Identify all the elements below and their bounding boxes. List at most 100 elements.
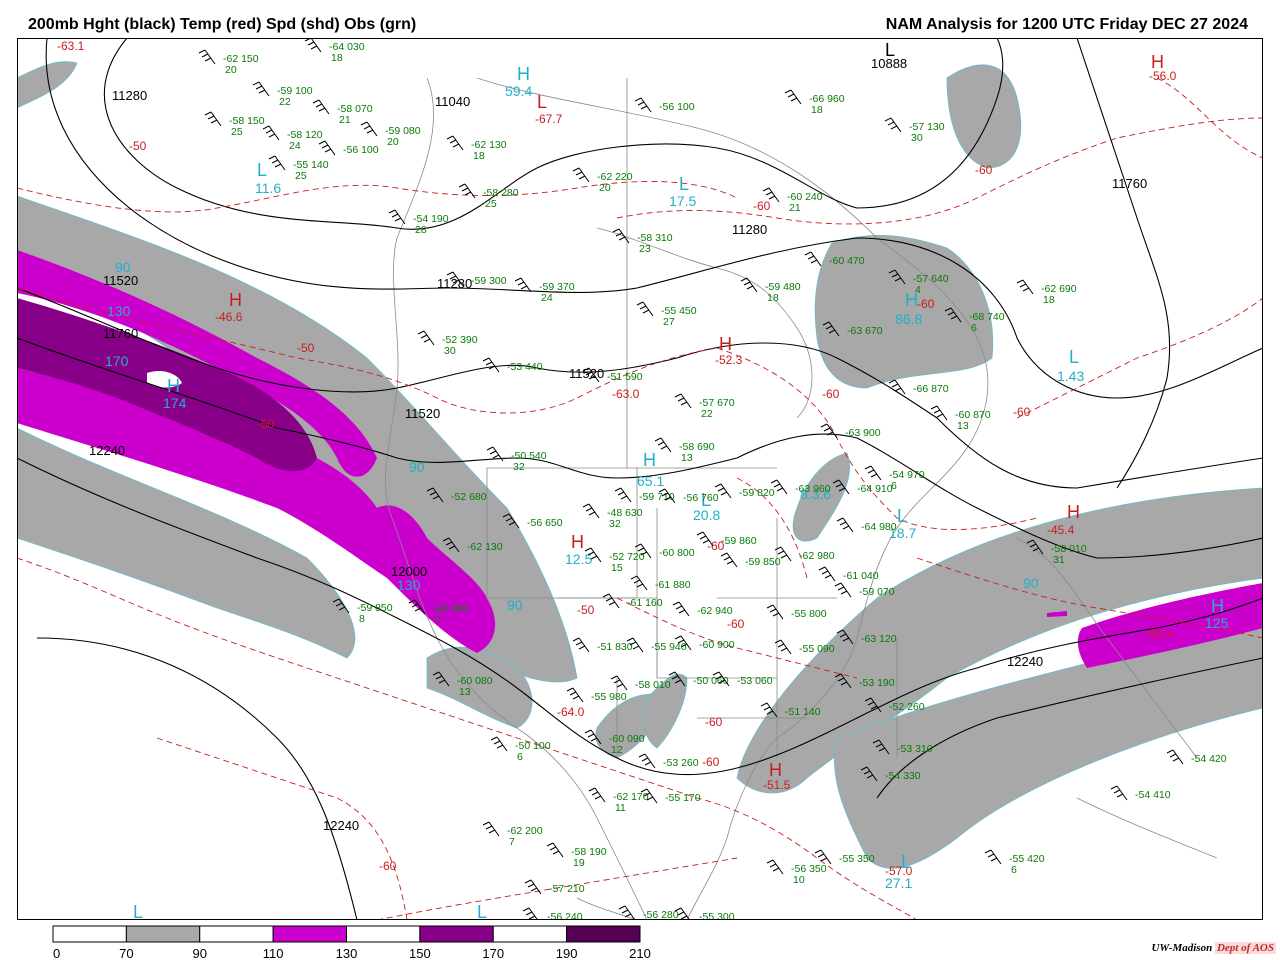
wind-barb bbox=[784, 89, 802, 105]
speed-label: 17.5 bbox=[669, 193, 696, 209]
colorbar-bin bbox=[125, 925, 201, 943]
obs-temp-height: -60 470 bbox=[829, 255, 865, 267]
wind-barb bbox=[546, 842, 564, 858]
colorbar-tick-label: 150 bbox=[409, 946, 431, 960]
speed-label: 12.5 bbox=[565, 551, 592, 567]
low-center-letter: L bbox=[679, 174, 689, 194]
obs-dewpoint-depression: 13 bbox=[681, 452, 693, 464]
high-center-letter: H bbox=[719, 334, 732, 354]
obs-temp-height: -55 350 bbox=[839, 853, 875, 865]
high-center-letter: H bbox=[167, 376, 180, 396]
wind-barb bbox=[490, 736, 508, 752]
colorbar-bin bbox=[346, 925, 421, 943]
wind-barb bbox=[198, 49, 216, 65]
height-label: 11760 bbox=[1112, 176, 1147, 191]
speed-colorbar: 0 70 90 110 130 150 170 190 210 bbox=[52, 925, 651, 960]
obs-temp-height: -55 980 bbox=[591, 691, 627, 703]
wind-barb bbox=[204, 111, 222, 127]
speed-label: 130 bbox=[397, 577, 421, 593]
low-center-letter: L bbox=[477, 902, 487, 920]
temp-label: -50 bbox=[129, 139, 147, 153]
low-center-letter: L bbox=[885, 40, 895, 60]
obs-dewpoint-depression: 12 bbox=[611, 744, 623, 756]
obs-temp-height: -59 850 bbox=[745, 556, 781, 568]
height-label: 11520 bbox=[103, 273, 138, 288]
height-label: 11520 bbox=[569, 366, 604, 381]
high-center-letter: H bbox=[229, 290, 242, 310]
wind-barb bbox=[602, 593, 620, 609]
high-center-letter: H bbox=[517, 64, 530, 84]
obs-dewpoint-depression: 32 bbox=[609, 518, 621, 530]
speed-label: 170 bbox=[105, 353, 129, 369]
obs-dewpoint-depression: 4 bbox=[915, 284, 921, 296]
temp-label: -60 bbox=[822, 387, 840, 401]
obs-dewpoint-depression: 21 bbox=[789, 202, 801, 214]
temp-label: -60 bbox=[705, 715, 723, 729]
temp-label: -50 bbox=[257, 417, 275, 431]
temp-label: -50 bbox=[577, 603, 595, 617]
weather-map: 11280 11040 10888 11760 11280 11520 1176… bbox=[17, 38, 1263, 920]
height-label: 12240 bbox=[1007, 654, 1043, 669]
high-center-letter: H bbox=[769, 760, 782, 780]
wind-barb bbox=[360, 121, 378, 137]
high-center-letter: H bbox=[571, 532, 584, 552]
obs-dewpoint-depression: 13 bbox=[957, 420, 969, 432]
temp-label: -60 bbox=[727, 617, 745, 631]
obs-temp-height: -59 710 bbox=[639, 491, 675, 503]
temp-label: -60 bbox=[379, 859, 397, 873]
wind-barb bbox=[1016, 279, 1034, 295]
obs-temp-height: -52 260 bbox=[889, 701, 925, 713]
wind-barb bbox=[674, 393, 692, 409]
obs-temp-height: -60 800 bbox=[659, 547, 695, 559]
temp-label: -55.4 bbox=[1145, 627, 1173, 641]
obs-temp-height: -63 960 bbox=[795, 483, 831, 495]
wind-barb bbox=[588, 787, 606, 803]
low-center-letter: L bbox=[897, 506, 907, 526]
colorbar-bin bbox=[492, 925, 568, 943]
colorbar-tick-label: 70 bbox=[119, 946, 133, 960]
credit-org: UW-Madison bbox=[1151, 942, 1213, 954]
obs-temp-height: -59 070 bbox=[859, 586, 895, 598]
low-center-letter: L bbox=[537, 92, 547, 112]
temp-label: -46.6 bbox=[215, 310, 243, 324]
obs-dewpoint-depression: 7 bbox=[435, 614, 441, 626]
low-center-letter: L bbox=[1069, 347, 1079, 367]
colorbar-bin bbox=[566, 925, 641, 943]
obs-dewpoint-depression: 20 bbox=[599, 182, 611, 194]
wind-barb bbox=[417, 330, 435, 346]
temp-label: -64.0 bbox=[557, 705, 585, 719]
wind-barb bbox=[566, 687, 584, 703]
obs-temp-height: -63 900 bbox=[845, 427, 881, 439]
wind-barb bbox=[654, 437, 672, 453]
obs-dewpoint-depression: 8 bbox=[359, 613, 365, 625]
wind-barb bbox=[304, 38, 322, 53]
wind-barb bbox=[720, 552, 738, 568]
wind-barb bbox=[312, 99, 330, 115]
chart-title: 200mb Hght (black) Temp (red) Spd (shd) … bbox=[28, 16, 417, 33]
obs-dewpoint-depression: 7 bbox=[509, 836, 515, 848]
height-label: 11280 bbox=[732, 222, 767, 237]
wind-barb bbox=[818, 566, 836, 582]
height-label: 11520 bbox=[405, 406, 440, 421]
height-label: 11280 bbox=[112, 88, 147, 103]
wind-barb bbox=[572, 637, 590, 653]
obs-temp-height: -53 440 bbox=[507, 361, 543, 373]
high-center-letter: H bbox=[1151, 52, 1164, 72]
temp-label: -60 bbox=[917, 297, 935, 311]
obs-temp-height: -56 650 bbox=[527, 517, 563, 529]
obs-temp-height: -55 300 bbox=[699, 911, 735, 920]
speed-label: 90 bbox=[115, 259, 131, 275]
speed-label: 125 bbox=[1205, 615, 1229, 631]
wind-barb bbox=[522, 907, 539, 920]
temp-label: -50 bbox=[297, 341, 315, 355]
obs-temp-height: -55 090 bbox=[799, 643, 835, 655]
obs-dewpoint-depression: 13 bbox=[459, 686, 471, 698]
wind-barb bbox=[482, 821, 500, 837]
wind-barb bbox=[458, 183, 476, 199]
obs-temp-height: -62 980 bbox=[799, 550, 835, 562]
height-label: 11040 bbox=[435, 94, 470, 109]
obs-temp-height: -51 140 bbox=[785, 706, 821, 718]
colorbar-tick-label: 170 bbox=[482, 946, 504, 960]
obs-temp-height: -64 910 bbox=[857, 483, 893, 495]
obs-dewpoint-depression: 6 bbox=[971, 322, 977, 334]
